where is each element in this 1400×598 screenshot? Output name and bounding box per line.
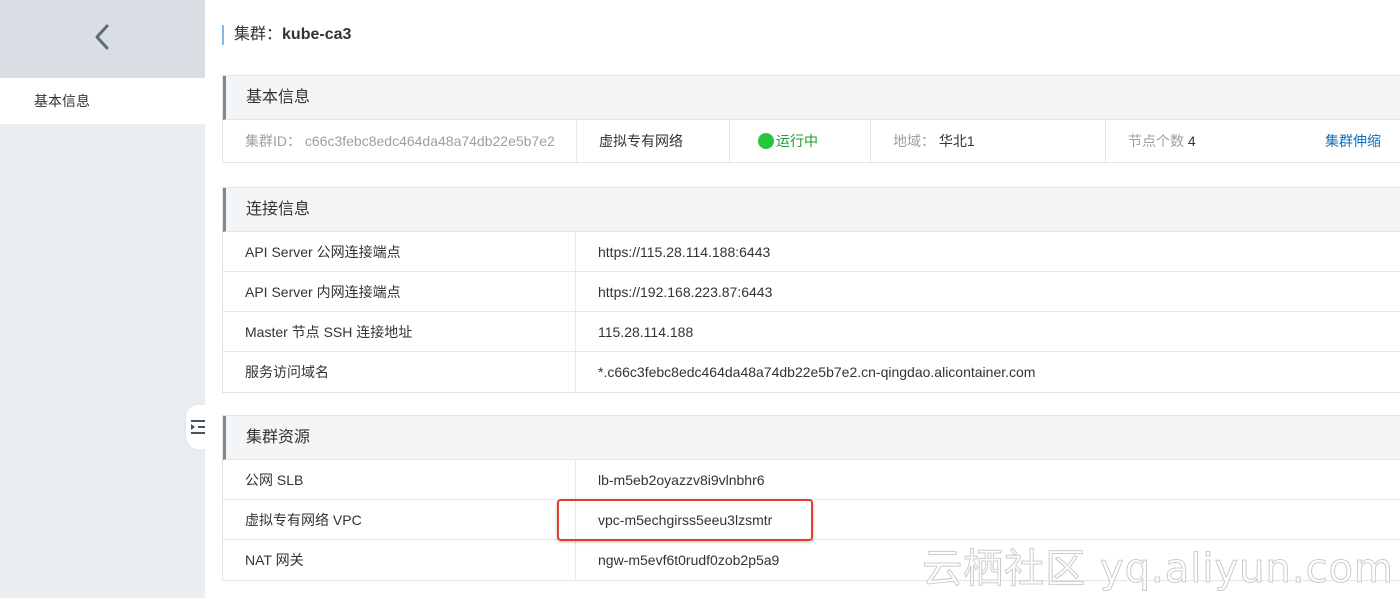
row-key: API Server 公网连接端点 [223,232,576,271]
network-type-cell: 虚拟专有网络 [577,120,730,162]
table-row: 公网 SLB lb-m5eb2oyazzv8i9vlnbhr6 [223,460,1400,500]
slb-link[interactable]: lb-m5eb2oyazzv8i9vlnbhr6 [576,460,765,499]
main-content: 集群：kube-ca3 基本信息 集群ID： c66c3febc8edc464d… [205,0,1400,598]
table-row: 服务访问域名 *.c66c3febc8edc464da48a74db22e5b7… [223,352,1400,392]
region-label: 地域： [893,133,935,149]
cluster-id-label: 集群ID： [245,133,301,149]
page-title-prefix: 集群： [234,26,283,43]
cluster-id-value: c66c3febc8edc464da48a74db22e5b7e2 [304,133,555,149]
cluster-scale-link[interactable]: 集群伸缩 [1325,120,1381,162]
sidebar-item-basic-info[interactable]: 基本信息 [0,78,205,124]
watermark: 云栖社区 yq.aliyun.com [922,546,1394,593]
row-key: Master 节点 SSH 连接地址 [223,312,576,351]
status-cell: 运行中 [730,120,871,162]
basic-info-section: 基本信息 集群ID： c66c3febc8edc464da48a74db22e5… [222,75,1400,163]
collapse-menu-icon [191,420,205,434]
region-value: 华北1 [938,133,975,149]
section-header-connection-info: 连接信息 [223,188,1400,232]
row-key: 公网 SLB [223,460,576,499]
row-key: NAT 网关 [223,540,576,580]
table-row: Master 节点 SSH 连接地址 115.28.114.188 [223,312,1400,352]
api-server-public-endpoint: https://115.28.114.188:6443 [598,244,771,260]
network-type: 虚拟专有网络 [599,133,683,149]
sidebar-item-label: 基本信息 [34,93,90,109]
row-key: 服务访问域名 [223,352,576,392]
region-cell: 地域： 华北1 [871,120,1106,162]
cluster-name: kube-ca3 [282,26,352,43]
vpc-highlight-box [557,499,813,541]
sidebar-header [0,0,205,78]
nat-gateway-link[interactable]: ngw-m5evf6t0rudf0zob2p5a9 [576,540,779,580]
service-domain: *.c66c3febc8edc464da48a74db22e5b7e2.cn-q… [598,364,1036,380]
connection-info-section: 连接信息 API Server 公网连接端点 https://115.28.11… [222,187,1400,393]
node-count-value: 4 [1187,133,1196,149]
sidebar: 基本信息 [0,0,205,598]
node-count-label: 节点个数 [1128,133,1184,149]
row-key: API Server 内网连接端点 [223,272,576,311]
master-ssh-address: 115.28.114.188 [598,324,694,340]
row-key: 虚拟专有网络 VPC [223,500,576,539]
status-running-icon [758,133,774,149]
node-count-cell: 节点个数 4 集群伸缩 [1106,120,1400,162]
table-row: API Server 内网连接端点 https://192.168.223.87… [223,272,1400,312]
basic-info-row: 集群ID： c66c3febc8edc464da48a74db22e5b7e2 … [223,120,1400,162]
page-title: 集群：kube-ca3 [222,25,351,45]
api-server-internal-endpoint: https://192.168.223.87:6443 [598,284,773,300]
section-header-cluster-resources: 集群资源 [223,416,1400,460]
cluster-id-cell: 集群ID： c66c3febc8edc464da48a74db22e5b7e2 [223,120,577,162]
table-row: API Server 公网连接端点 https://115.28.114.188… [223,232,1400,272]
section-header-basic-info: 基本信息 [223,76,1400,120]
back-arrow-icon[interactable] [88,20,118,56]
status-badge: 运行中 [776,133,818,149]
